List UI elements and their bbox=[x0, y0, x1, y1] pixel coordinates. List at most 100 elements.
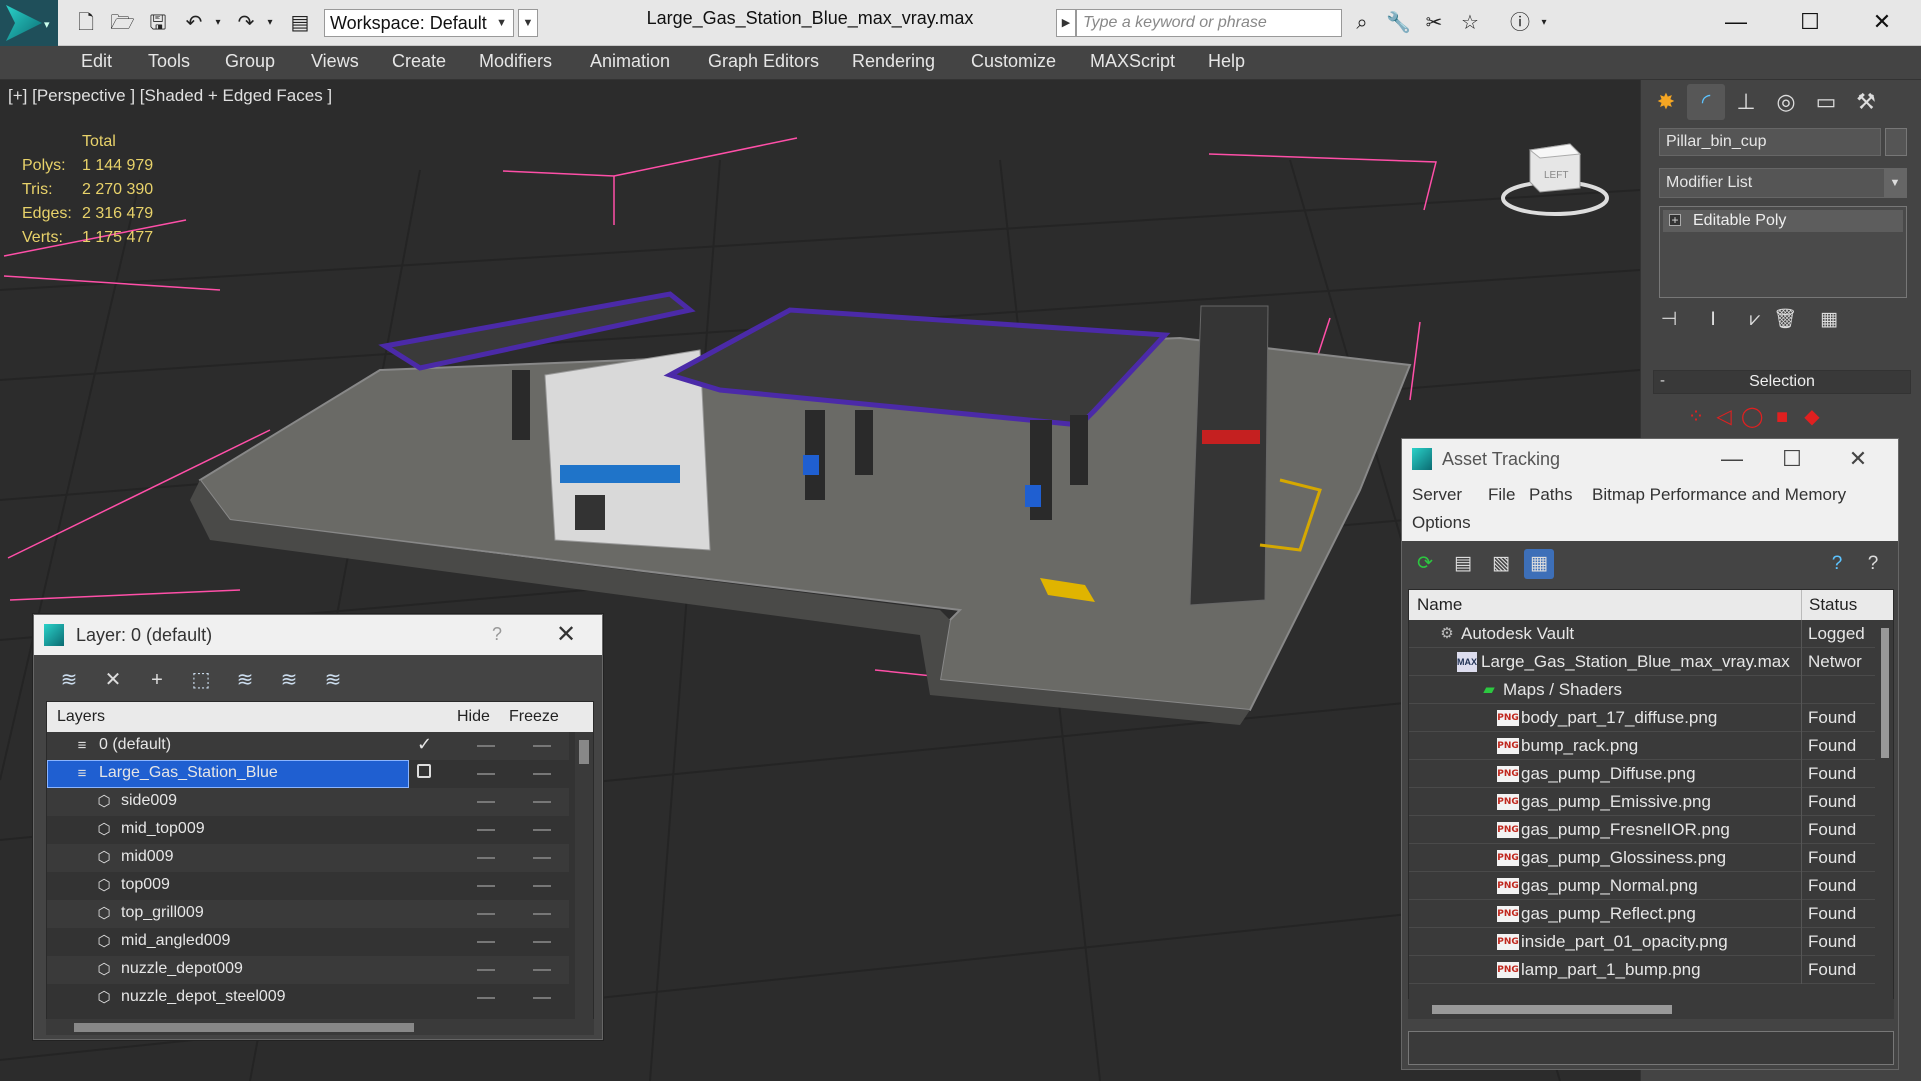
list-view-icon[interactable]: ▤ bbox=[1448, 549, 1478, 579]
scrollbar-thumb[interactable] bbox=[1432, 1005, 1672, 1014]
asset-row[interactable]: PNG gas_pump_Emissive.png Found bbox=[1409, 788, 1875, 816]
search-expand-button[interactable]: ▶ bbox=[1056, 9, 1076, 37]
asset-row[interactable]: ▰ Maps / Shaders bbox=[1409, 676, 1875, 704]
refresh-icon[interactable]: ⟳ bbox=[1410, 549, 1440, 579]
horizontal-scrollbar[interactable] bbox=[1408, 999, 1894, 1019]
edge-select-icon[interactable]: ◁ bbox=[1713, 406, 1735, 428]
app-logo-button[interactable]: ▾ bbox=[0, 0, 58, 46]
column-layers[interactable]: Layers bbox=[57, 708, 105, 726]
hide-toggle[interactable] bbox=[477, 913, 495, 915]
search-input[interactable] bbox=[1076, 9, 1342, 37]
border-select-icon[interactable]: ◯ bbox=[1741, 406, 1763, 428]
asset-dialog-titlebar[interactable]: Asset Tracking — ☐ ✕ bbox=[1402, 439, 1898, 479]
menu-bitmap-performance[interactable]: Bitmap Performance and Memory bbox=[1592, 485, 1846, 505]
utilities-tab-icon[interactable]: ⚒ bbox=[1847, 84, 1885, 120]
element-select-icon[interactable]: ◆ bbox=[1801, 406, 1823, 428]
freeze-toggle[interactable] bbox=[533, 941, 551, 943]
object-row[interactable]: ⬡ mid009 bbox=[47, 844, 569, 872]
object-row[interactable]: ⬡ top_grill009 bbox=[47, 900, 569, 928]
redo-dropdown-icon[interactable]: ▾ bbox=[258, 12, 282, 34]
modifier-list-dropdown[interactable]: Modifier List ▼ bbox=[1659, 168, 1907, 198]
expand-icon[interactable]: + bbox=[1669, 214, 1681, 226]
menu-edit[interactable]: Edit bbox=[81, 51, 112, 72]
motion-tab-icon[interactable]: ◎ bbox=[1767, 84, 1805, 120]
viewcube[interactable]: LEFT bbox=[1500, 130, 1610, 220]
help-dropdown-icon[interactable]: ▾ bbox=[1532, 12, 1556, 34]
hide-toggle[interactable] bbox=[477, 997, 495, 999]
object-row[interactable]: ⬡ nuzzle_depot_steel009 bbox=[47, 984, 569, 1012]
menu-animation[interactable]: Animation bbox=[590, 51, 670, 72]
undo-icon[interactable]: ↶ bbox=[182, 12, 206, 34]
redo-icon[interactable]: ↷ bbox=[234, 12, 258, 34]
favorites-star-icon[interactable]: ☆ bbox=[1458, 12, 1482, 34]
column-freeze[interactable]: Freeze bbox=[509, 708, 559, 726]
project-folder-icon[interactable]: ▤ bbox=[288, 12, 312, 34]
hide-toggle[interactable] bbox=[477, 745, 495, 747]
selection-rollout-header[interactable]: - Selection bbox=[1653, 370, 1911, 394]
undo-dropdown-icon[interactable]: ▾ bbox=[206, 12, 230, 34]
polygon-select-icon[interactable]: ■ bbox=[1771, 406, 1793, 428]
highlight-layer-icon[interactable]: ≋ bbox=[230, 665, 260, 695]
menu-create[interactable]: Create bbox=[392, 51, 446, 72]
hide-toggle[interactable] bbox=[477, 885, 495, 887]
save-icon[interactable]: 🖫 bbox=[146, 12, 170, 34]
asset-row[interactable]: MAX Large_Gas_Station_Blue_max_vray.max … bbox=[1409, 648, 1875, 676]
open-file-icon[interactable]: 🗁 bbox=[110, 12, 135, 34]
maximize-button[interactable]: ☐ bbox=[1772, 443, 1812, 475]
freeze-toggle[interactable] bbox=[533, 745, 551, 747]
show-end-result-icon[interactable]: Ⅰ bbox=[1699, 306, 1727, 334]
minimize-button[interactable]: — bbox=[1712, 443, 1752, 475]
scrollbar-thumb[interactable] bbox=[74, 1023, 414, 1032]
vertex-select-icon[interactable]: ⁘ bbox=[1685, 406, 1707, 428]
menu-server[interactable]: Server bbox=[1412, 485, 1462, 505]
object-color-swatch[interactable] bbox=[1885, 128, 1907, 156]
remove-modifier-icon[interactable]: 🗑 bbox=[1771, 306, 1799, 334]
menu-tools[interactable]: Tools bbox=[148, 51, 190, 72]
configure-modifier-sets-icon[interactable]: ▦ bbox=[1815, 306, 1843, 334]
asset-row[interactable]: PNG gas_pump_Reflect.png Found bbox=[1409, 900, 1875, 928]
column-hide[interactable]: Hide bbox=[457, 708, 490, 726]
freeze-toggle[interactable] bbox=[533, 773, 551, 775]
hide-toggle[interactable] bbox=[477, 969, 495, 971]
layer-row[interactable]: ≡ 0 (default) ✓ bbox=[47, 732, 569, 760]
asset-row[interactable]: PNG gas_pump_Glossiness.png Found bbox=[1409, 844, 1875, 872]
asset-row[interactable]: PNG gas_pump_Diffuse.png Found bbox=[1409, 760, 1875, 788]
asset-row[interactable]: PNG inside_part_01_opacity.png Found bbox=[1409, 928, 1875, 956]
current-layer-check-icon[interactable]: ✓ bbox=[417, 734, 432, 755]
scrollbar-thumb[interactable] bbox=[1881, 628, 1889, 758]
asset-row[interactable]: PNG gas_pump_Normal.png Found bbox=[1409, 872, 1875, 900]
menu-views[interactable]: Views bbox=[311, 51, 359, 72]
menu-rendering[interactable]: Rendering bbox=[852, 51, 935, 72]
object-row[interactable]: ⬡ top009 bbox=[47, 872, 569, 900]
hide-toggle[interactable] bbox=[477, 857, 495, 859]
menu-maxscript[interactable]: MAXScript bbox=[1090, 51, 1175, 72]
freeze-toggle[interactable] bbox=[533, 857, 551, 859]
freeze-toggle[interactable] bbox=[533, 829, 551, 831]
freeze-toggle[interactable] bbox=[533, 997, 551, 999]
menu-graph-editors[interactable]: Graph Editors bbox=[708, 51, 819, 72]
create-tab-icon[interactable]: ✸ bbox=[1647, 84, 1685, 120]
freeze-toggle[interactable] bbox=[533, 885, 551, 887]
column-status[interactable]: Status bbox=[1809, 595, 1857, 615]
hide-all-layers-icon[interactable]: ≋ bbox=[274, 665, 304, 695]
asset-row[interactable]: PNG lamp_part_1_bump.png Found bbox=[1409, 956, 1875, 984]
help-button[interactable]: ? bbox=[492, 624, 502, 645]
wrench-icon[interactable]: 🔧 bbox=[1386, 12, 1411, 34]
hide-toggle[interactable] bbox=[477, 773, 495, 775]
asset-row[interactable]: PNG gas_pump_FresnelIOR.png Found bbox=[1409, 816, 1875, 844]
display-tab-icon[interactable]: ▭ bbox=[1807, 84, 1845, 120]
object-name-field[interactable] bbox=[1659, 128, 1881, 156]
menu-customize[interactable]: Customize bbox=[971, 51, 1056, 72]
close-button[interactable]: ✕ bbox=[1838, 443, 1878, 475]
vertical-scrollbar[interactable] bbox=[575, 732, 593, 1022]
workspace-menu-button[interactable]: ▼ bbox=[518, 9, 538, 37]
menu-modifiers[interactable]: Modifiers bbox=[479, 51, 552, 72]
freeze-toggle[interactable] bbox=[533, 801, 551, 803]
hide-toggle[interactable] bbox=[477, 801, 495, 803]
help-icon[interactable]: ? bbox=[1822, 549, 1852, 579]
layer-dialog-titlebar[interactable]: Layer: 0 (default) ? ✕ bbox=[34, 615, 602, 655]
menu-file[interactable]: File bbox=[1488, 485, 1515, 505]
make-unique-icon[interactable]: ⩗ bbox=[1741, 306, 1769, 334]
hierarchy-tab-icon[interactable]: ⊥ bbox=[1727, 84, 1765, 120]
tree-view-icon[interactable]: ▧ bbox=[1486, 549, 1516, 579]
